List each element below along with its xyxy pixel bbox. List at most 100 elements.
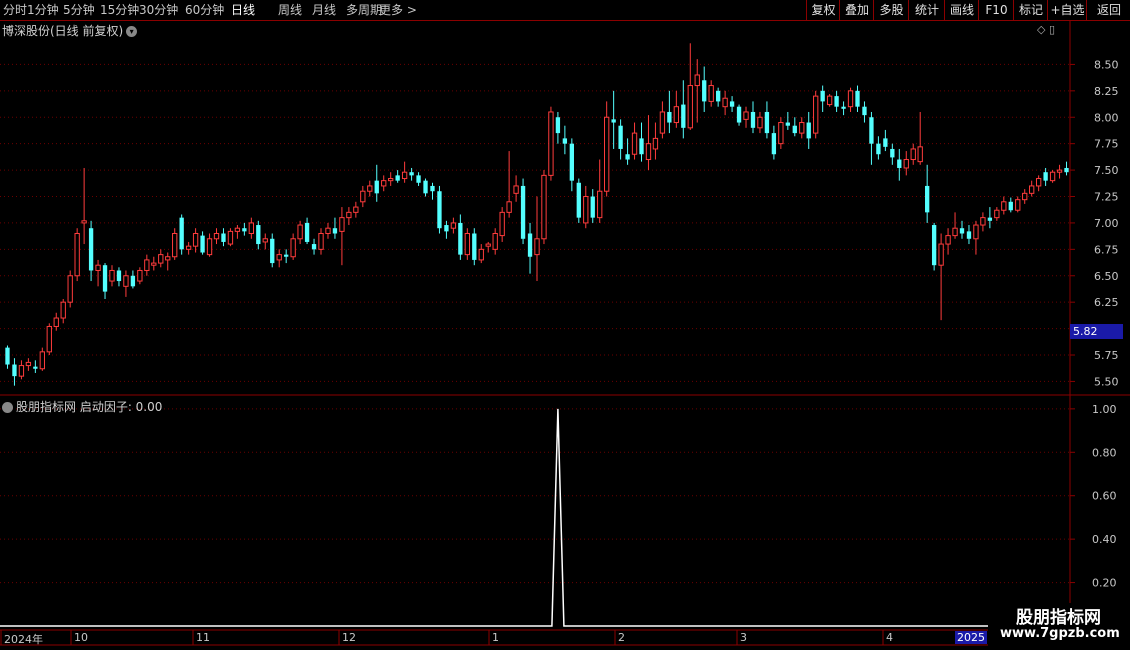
candle-down (200, 235, 205, 253)
candle-down (5, 347, 10, 365)
candle-up (1022, 192, 1028, 201)
candle-up (938, 243, 944, 266)
candle-up (1001, 201, 1007, 211)
candle-down (527, 233, 533, 257)
price-axis-label: 5.50 (1094, 375, 1119, 388)
candle-down (862, 106, 867, 116)
price-axis-label: 8.25 (1094, 85, 1119, 98)
candle-down (1043, 172, 1048, 181)
candle-down (430, 185, 435, 192)
candle-down (423, 180, 428, 194)
x-axis-label: 3 (740, 631, 747, 644)
candle-down (729, 101, 735, 107)
candle-up (151, 262, 157, 266)
candle-up (1049, 171, 1056, 182)
candle-up (757, 116, 763, 129)
candle-up (604, 116, 610, 192)
candle-up (813, 95, 819, 134)
candle-up (248, 222, 254, 234)
candle-down (625, 154, 630, 160)
indicator-line (0, 408, 1070, 627)
indicator-title[interactable]: 股朋指标网 启动因子: 0.00 (2, 398, 162, 415)
candle-up (74, 232, 80, 277)
candle-down (792, 125, 797, 134)
candle-up (25, 361, 32, 367)
candle-down (855, 90, 860, 107)
candle-up (952, 227, 958, 237)
x-axis-label: 1 (492, 631, 499, 644)
candle-up (276, 254, 282, 261)
candle-down (472, 233, 477, 260)
candle-up (339, 217, 345, 232)
candle-down (520, 185, 526, 239)
candle-up (722, 97, 728, 108)
candle-down (270, 238, 275, 264)
candle-down (374, 180, 379, 194)
candle-up (778, 122, 784, 145)
candle-up (903, 159, 909, 169)
candle-down (179, 217, 184, 250)
candle-down (618, 125, 623, 149)
candle-down (715, 90, 721, 102)
candle-down (569, 143, 574, 181)
candle-up (973, 224, 979, 240)
x-axis-label: 12 (342, 631, 356, 644)
candle-up (206, 238, 213, 256)
candle-up (46, 325, 52, 353)
price-axis-label: 7.50 (1094, 164, 1119, 177)
candle-up (583, 196, 589, 224)
candle-down (764, 111, 770, 134)
candle-down (416, 175, 421, 183)
candle-down (130, 275, 136, 287)
candle-up (367, 185, 373, 192)
candle-down (88, 228, 94, 271)
candle-down (33, 366, 38, 369)
candle-up (687, 85, 693, 129)
candle-up (137, 269, 143, 282)
candle-up (743, 111, 749, 120)
price-axis-label: 8.00 (1094, 111, 1119, 124)
candle-down (458, 222, 463, 255)
candle-up (192, 232, 199, 247)
candle-up (401, 171, 408, 180)
candle-down (409, 172, 414, 176)
indicator-axis-label: 0.60 (1092, 490, 1117, 503)
candle-up (123, 275, 129, 287)
x-axis-label: 2 (618, 631, 625, 644)
candle-down (555, 117, 561, 134)
candle-down (304, 222, 310, 242)
candle-down (116, 270, 122, 282)
candle-down (834, 96, 839, 107)
candle-up (659, 111, 666, 134)
x-axis-label: 2024年 (4, 633, 43, 646)
candle-up (39, 351, 45, 370)
candle-up (381, 180, 387, 187)
candle-down (590, 196, 595, 218)
candle-up (534, 238, 540, 256)
indicator-title-text: 股朋指标网 启动因子: 0.00 (16, 400, 163, 414)
candle-up (318, 232, 324, 250)
candle-down (611, 119, 616, 123)
chevron-down-icon[interactable] (2, 402, 13, 413)
candle-down (959, 228, 965, 234)
candle-up (694, 74, 700, 87)
candle-up (945, 235, 951, 245)
candle-down (311, 244, 317, 250)
candle-up (1015, 199, 1021, 211)
candle-down (966, 231, 972, 239)
candle-down (890, 148, 895, 158)
price-axis-label: 6.75 (1094, 243, 1119, 256)
indicator-axis-label: 1.00 (1092, 403, 1117, 416)
x-axis-end-label: 2025 (955, 631, 987, 644)
candle-down (284, 254, 289, 257)
candle-down (820, 90, 825, 102)
candle-up (18, 365, 25, 377)
candle-up (388, 178, 394, 182)
candle-up (980, 217, 986, 226)
candle-down (395, 175, 400, 181)
candle-down (12, 364, 17, 377)
candle-down (576, 182, 581, 218)
price-axis-label: 6.25 (1094, 296, 1119, 309)
watermark-title: 股朋指标网 (1016, 608, 1101, 628)
candle-up (548, 111, 554, 176)
